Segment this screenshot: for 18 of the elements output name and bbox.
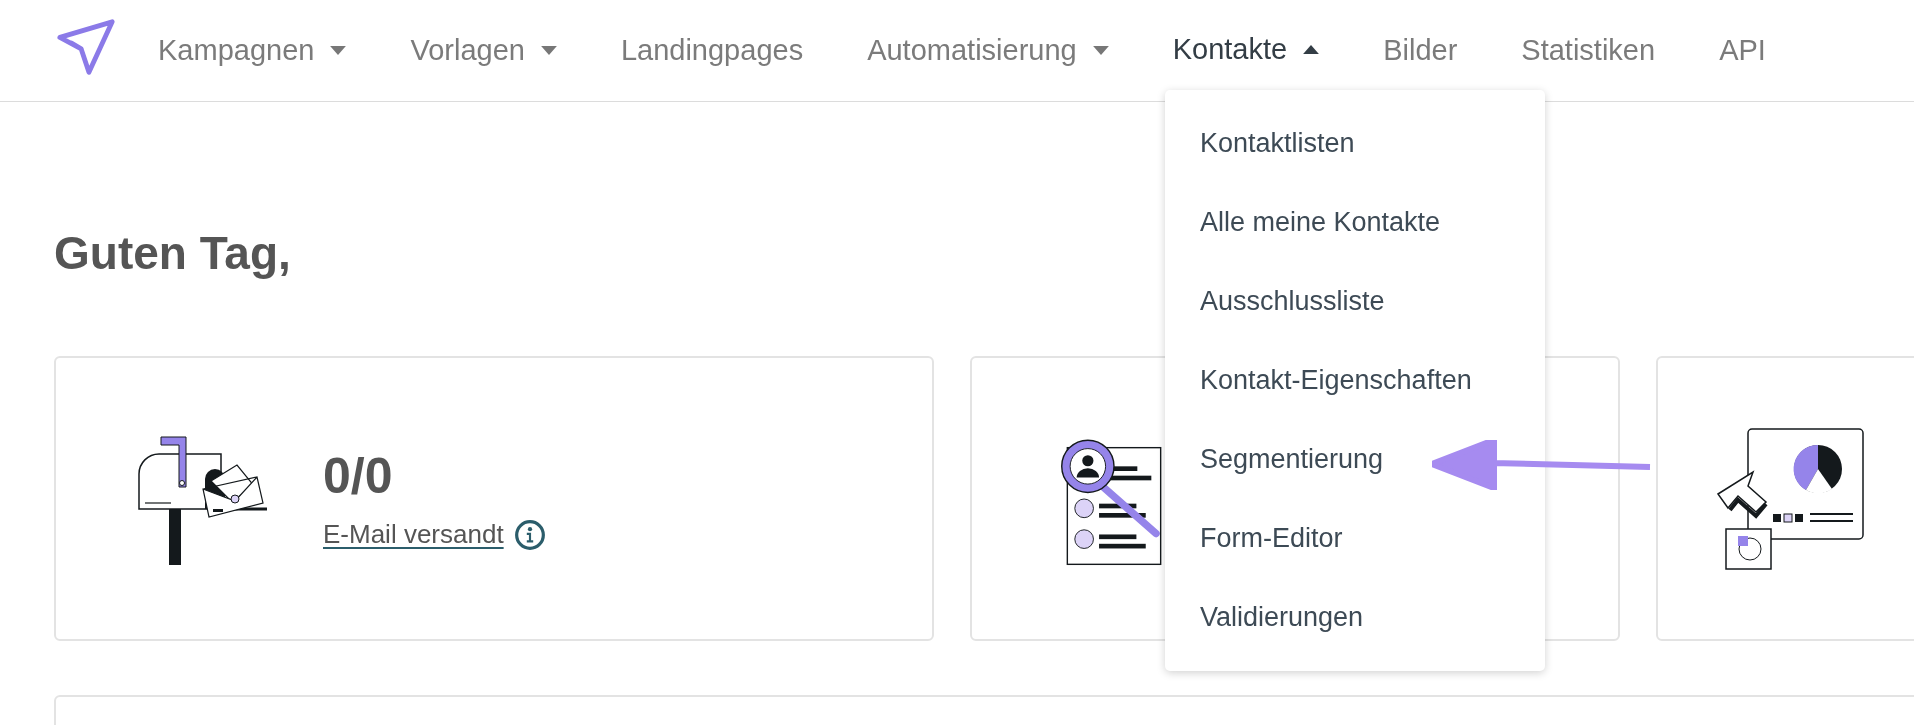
nav-item[interactable]: Kampagnen [158,0,347,101]
email-sent-link[interactable]: E-Mail versandt [323,519,504,550]
nav-item[interactable]: API [1719,0,1766,101]
menu-item[interactable]: Alle meine Kontakte [1165,183,1545,262]
menu-item[interactable]: Segmentierung [1165,420,1545,499]
small-chart-drawing [1725,527,1772,570]
menu-item[interactable]: Ausschlussliste [1165,262,1545,341]
nav-item[interactable]: Vorlagen [410,0,557,101]
cursor-icon [1716,469,1768,519]
menu-item[interactable]: Form-Editor [1165,499,1545,578]
nav-item[interactable]: Statistiken [1521,0,1656,101]
info-icon[interactable] [513,518,546,551]
menu-item[interactable]: Validierungen [1165,578,1545,657]
nav-item[interactable]: Automatisierung [867,0,1109,101]
nav-item[interactable]: Landingpages [620,0,804,101]
menu-item[interactable]: Kontakt-Eigenschaften [1165,341,1545,420]
stat-value: 0/0 [323,446,394,505]
menu-item[interactable]: Kontaktlisten [1165,104,1545,183]
